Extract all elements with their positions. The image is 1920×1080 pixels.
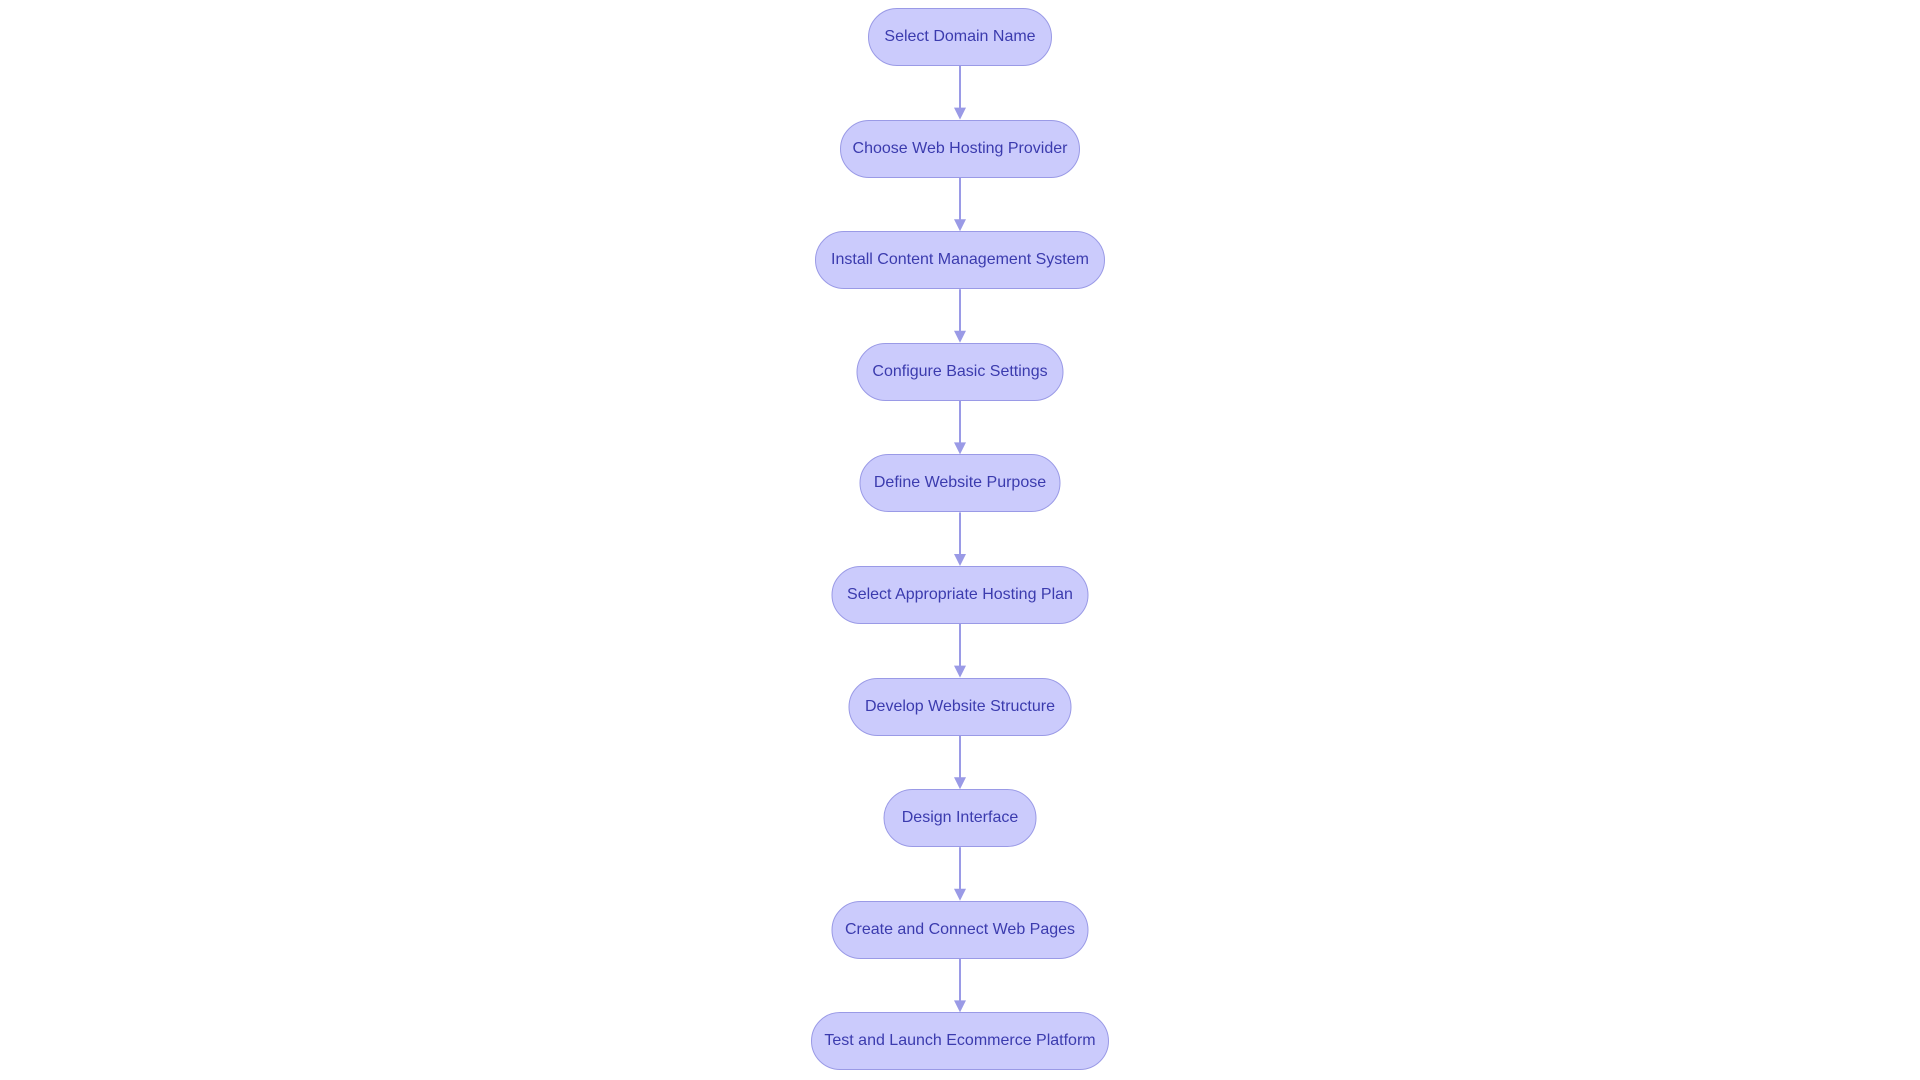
- flow-node: Configure Basic Settings: [856, 342, 1064, 401]
- arrowhead-icon: [954, 219, 966, 232]
- arrowhead-icon: [954, 330, 966, 343]
- arrowhead-icon: [954, 1000, 966, 1013]
- arrowhead-icon: [954, 777, 966, 790]
- flow-node: Test and Launch Ecommerce Platform: [811, 1012, 1109, 1071]
- flow-node: Design Interface: [883, 789, 1037, 848]
- arrowhead-icon: [954, 107, 966, 120]
- flow-node: Define Website Purpose: [859, 454, 1061, 513]
- flow-node: Choose Web Hosting Provider: [840, 119, 1080, 178]
- flow-node: Create and Connect Web Pages: [831, 900, 1089, 959]
- flow-node: Select Appropriate Hosting Plan: [831, 566, 1089, 624]
- flow-node: Install Content Management System: [815, 231, 1105, 290]
- flow-node: Develop Website Structure: [848, 677, 1072, 736]
- arrowhead-icon: [954, 554, 966, 566]
- flow-node: Select Domain Name: [868, 8, 1052, 66]
- arrowhead-icon: [954, 442, 966, 455]
- arrowhead-icon: [954, 888, 966, 901]
- arrowhead-icon: [954, 665, 966, 678]
